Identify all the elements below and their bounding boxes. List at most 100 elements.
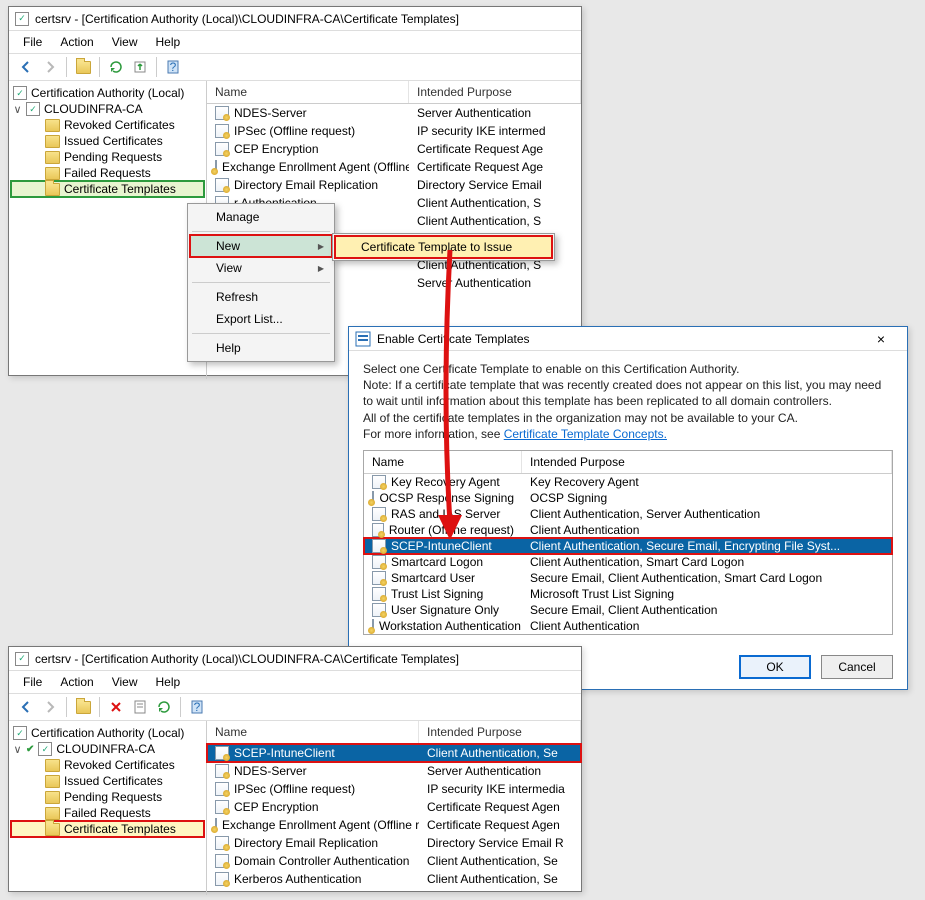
ctx-export[interactable]: Export List... — [190, 308, 332, 330]
concepts-link[interactable]: Certificate Template Concepts. — [504, 427, 667, 441]
up-button[interactable] — [72, 56, 94, 78]
dialog-titlebar[interactable]: Enable Certificate Templates × — [349, 327, 907, 351]
tree-issued[interactable]: Issued Certificates — [11, 773, 204, 789]
menu-help[interactable]: Help — [148, 33, 189, 51]
list-item[interactable]: IPSec (Offline request)IP security IKE i… — [207, 122, 581, 140]
table-row[interactable]: RAS and IAS ServerClient Authentication,… — [364, 506, 892, 522]
table-row[interactable]: User Signature OnlySecure Email, Client … — [364, 602, 892, 618]
cert-template-icon — [215, 160, 217, 174]
properties-button[interactable] — [129, 696, 151, 718]
cert-template-icon — [215, 782, 229, 796]
forward-button[interactable] — [39, 56, 61, 78]
dialog-title: Enable Certificate Templates — [377, 332, 855, 346]
titlebar[interactable]: ✓ certsrv - [Certification Authority (Lo… — [9, 647, 581, 671]
menu-view[interactable]: View — [104, 673, 146, 691]
menubar: File Action View Help — [9, 31, 581, 54]
refresh-button[interactable] — [105, 56, 127, 78]
list-item[interactable]: SCEP-IntuneClientClient Authentication, … — [207, 744, 581, 762]
table-row[interactable]: Smartcard LogonClient Authentication, Sm… — [364, 554, 892, 570]
menu-help[interactable]: Help — [148, 673, 189, 691]
menu-file[interactable]: File — [15, 673, 50, 691]
hint-line4: For more information, see Certificate Te… — [363, 426, 893, 442]
list-item[interactable]: Kerberos AuthenticationClient Authentica… — [207, 870, 581, 888]
window-title: certsrv - [Certification Authority (Loca… — [35, 652, 575, 666]
tree-pending[interactable]: Pending Requests — [11, 149, 204, 165]
col-name[interactable]: Name — [207, 81, 409, 103]
table-row[interactable]: Workstation AuthenticationClient Authent… — [364, 618, 892, 634]
ok-button[interactable]: OK — [739, 655, 811, 679]
tree-revoked[interactable]: Revoked Certificates — [11, 117, 204, 133]
list-item[interactable]: Exchange Enrollment Agent (Offline r...C… — [207, 816, 581, 834]
templates-table: Name Intended Purpose Key Recovery Agent… — [363, 450, 893, 635]
table-row[interactable]: Router (Offline request)Client Authentic… — [364, 522, 892, 538]
col-purpose[interactable]: Intended Purpose — [409, 81, 581, 103]
list-item[interactable]: NDES-ServerServer Authentication — [207, 104, 581, 122]
table-row[interactable]: SCEP-IntuneClientClient Authentication, … — [364, 538, 892, 554]
svg-text:?: ? — [170, 60, 177, 74]
hint-line2: Note: If a certificate template that was… — [363, 377, 893, 409]
table-row[interactable]: Trust List SigningMicrosoft Trust List S… — [364, 586, 892, 602]
list-item[interactable]: NDES-ServerServer Authentication — [207, 762, 581, 780]
cert-template-icon — [215, 854, 229, 868]
toolbar: ? — [9, 54, 581, 81]
ctx-new[interactable]: New Certificate Template to Issue — [190, 235, 332, 257]
refresh-button[interactable] — [153, 696, 175, 718]
tree-root[interactable]: ✓Certification Authority (Local) — [11, 85, 204, 101]
tree-revoked[interactable]: Revoked Certificates — [11, 757, 204, 773]
menu-view[interactable]: View — [104, 33, 146, 51]
tree-cert-templates[interactable]: Certificate Templates — [11, 821, 204, 837]
tree-ca[interactable]: ∨✔✓CLOUDINFRA-CA — [11, 741, 204, 757]
svg-text:?: ? — [194, 700, 201, 714]
tree-failed[interactable]: Failed Requests — [11, 805, 204, 821]
tree-ca[interactable]: ∨✓CLOUDINFRA-CA — [11, 101, 204, 117]
list-item[interactable]: CEP EncryptionCertificate Request Agen — [207, 798, 581, 816]
forward-button[interactable] — [39, 696, 61, 718]
tree-failed[interactable]: Failed Requests — [11, 165, 204, 181]
ctx-view[interactable]: View — [190, 257, 332, 279]
titlebar[interactable]: ✓ certsrv - [Certification Authority (Lo… — [9, 7, 581, 31]
cert-template-icon — [215, 872, 229, 886]
table-row[interactable]: Key Recovery AgentKey Recovery Agent — [364, 474, 892, 490]
certsrv-icon: ✓ — [15, 652, 29, 666]
ctx-cert-template-to-issue[interactable]: Certificate Template to Issue — [335, 236, 552, 258]
menu-action[interactable]: Action — [52, 33, 101, 51]
cert-template-icon — [215, 836, 229, 850]
col-name[interactable]: Name — [364, 451, 522, 473]
list-item[interactable]: Exchange Enrollment Agent (Offline r...C… — [207, 158, 581, 176]
cert-template-icon — [215, 764, 229, 778]
ctx-refresh[interactable]: Refresh — [190, 286, 332, 308]
export-button[interactable] — [129, 56, 151, 78]
cert-template-icon — [372, 491, 374, 505]
tree-cert-templates[interactable]: Certificate Templates — [11, 181, 204, 197]
list-item[interactable]: Directory Email ReplicationDirectory Ser… — [207, 176, 581, 194]
table-row[interactable]: Smartcard UserSecure Email, Client Authe… — [364, 570, 892, 586]
list-item[interactable]: IPSec (Offline request)IP security IKE i… — [207, 780, 581, 798]
tree-root[interactable]: ✓Certification Authority (Local) — [11, 725, 204, 741]
cancel-button[interactable]: Cancel — [821, 655, 893, 679]
close-button[interactable]: × — [861, 331, 901, 347]
ctx-help[interactable]: Help — [190, 337, 332, 359]
col-purpose[interactable]: Intended Purpose — [419, 721, 581, 743]
list-item[interactable]: Directory Email ReplicationDirectory Ser… — [207, 834, 581, 852]
cert-template-icon — [372, 523, 384, 537]
back-button[interactable] — [15, 696, 37, 718]
up-button[interactable] — [72, 696, 94, 718]
menu-file[interactable]: File — [15, 33, 50, 51]
cert-template-icon — [372, 539, 386, 553]
tree-issued[interactable]: Issued Certificates — [11, 133, 204, 149]
help-button[interactable]: ? — [162, 56, 184, 78]
col-name[interactable]: Name — [207, 721, 419, 743]
hint-line3: All of the certificate templates in the … — [363, 410, 893, 426]
menu-action[interactable]: Action — [52, 673, 101, 691]
ctx-manage[interactable]: Manage — [190, 206, 332, 228]
tree-pending[interactable]: Pending Requests — [11, 789, 204, 805]
list-header: Name Intended Purpose — [207, 81, 581, 104]
list-item[interactable]: Domain Controller AuthenticationClient A… — [207, 852, 581, 870]
back-button[interactable] — [15, 56, 37, 78]
col-purpose[interactable]: Intended Purpose — [522, 451, 892, 473]
help-button[interactable]: ? — [186, 696, 208, 718]
list-item[interactable]: CEP EncryptionCertificate Request Age — [207, 140, 581, 158]
table-row[interactable]: OCSP Response SigningOCSP Signing — [364, 490, 892, 506]
delete-button[interactable] — [105, 696, 127, 718]
tree-pane: ✓Certification Authority (Local) ∨✔✓CLOU… — [9, 721, 207, 895]
